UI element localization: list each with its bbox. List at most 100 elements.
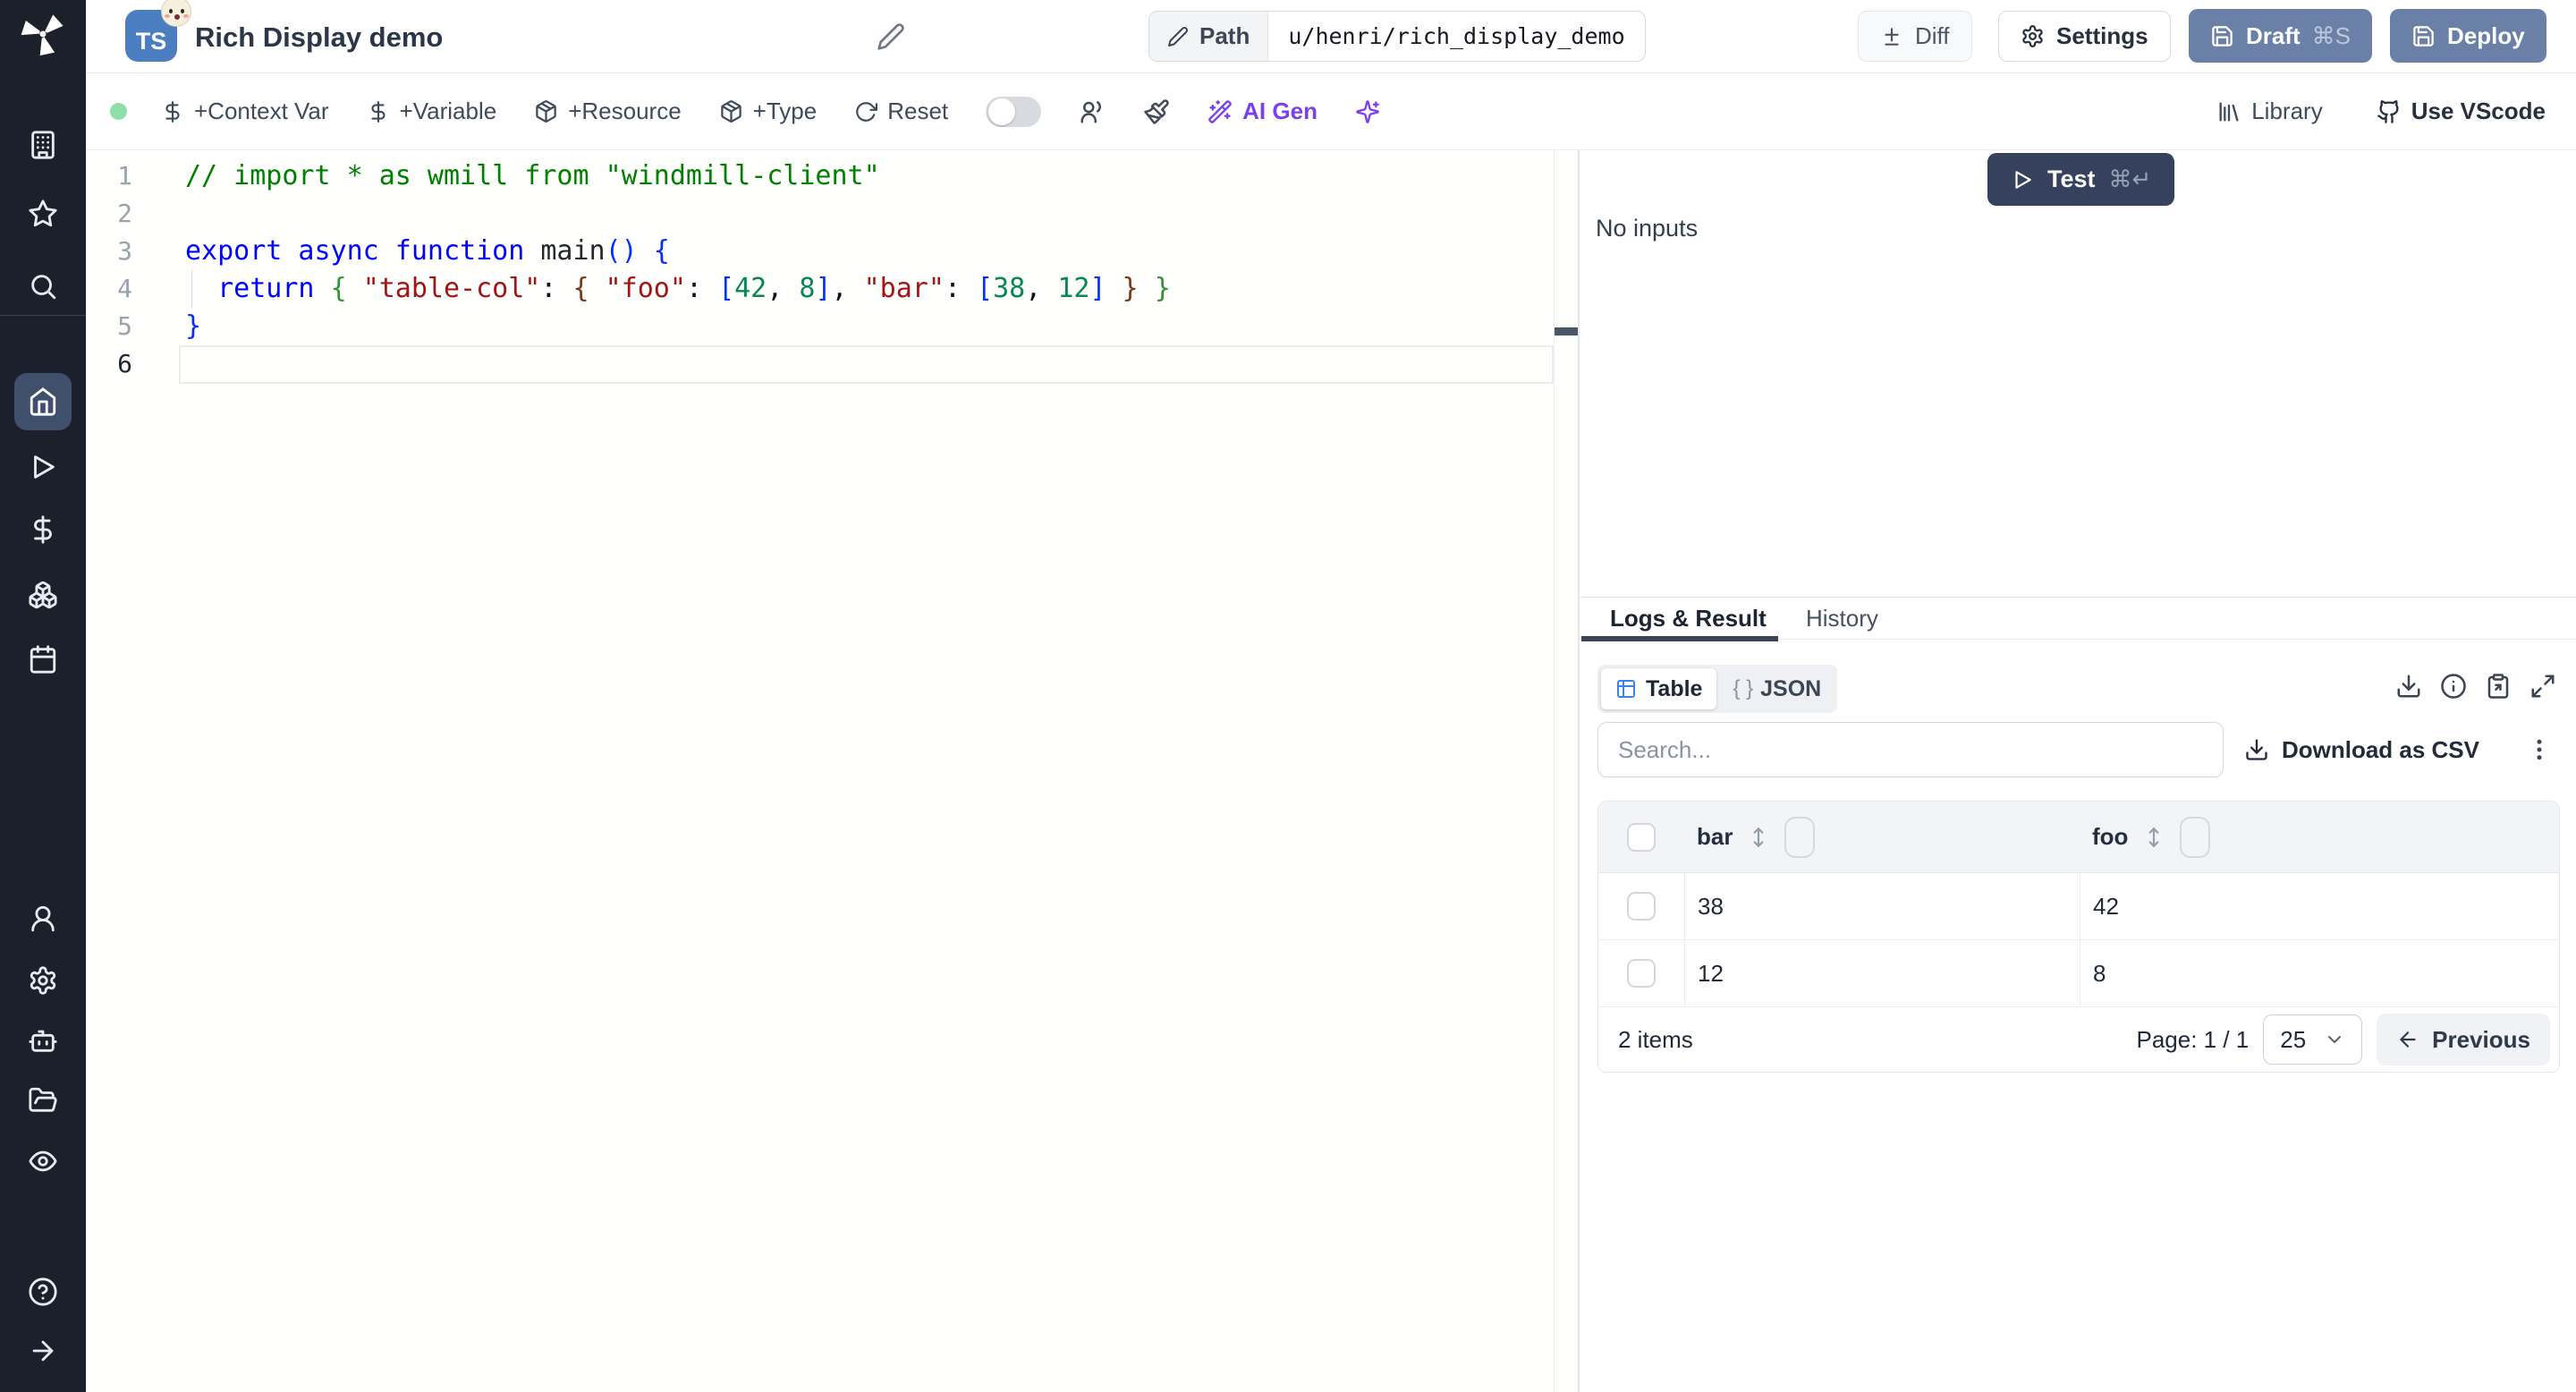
add-variable-button[interactable]: +Variable — [367, 98, 496, 125]
resources-icon[interactable] — [0, 580, 86, 610]
draft-button[interactable]: Draft ⌘S — [2189, 9, 2373, 63]
right-panel: Test ⌘↵ No inputs Logs & Result History … — [1580, 150, 2576, 1392]
workers-icon[interactable] — [0, 1025, 86, 1056]
favorites-icon[interactable] — [0, 199, 86, 229]
download-csv-button[interactable]: Download as CSV — [2244, 736, 2479, 764]
search-input[interactable] — [1597, 722, 2224, 777]
github-icon — [2377, 99, 2399, 123]
cell-foo: 42 — [2093, 892, 2119, 920]
column-filter-handle[interactable] — [1784, 816, 1816, 858]
format-icon[interactable] — [1143, 98, 1170, 125]
variables-icon[interactable] — [0, 514, 86, 545]
folders-icon[interactable] — [0, 1085, 86, 1116]
row-checkbox[interactable] — [1627, 892, 1656, 921]
code-editor[interactable]: 123456 // import * as wmill from "windmi… — [86, 150, 1578, 1392]
view-table-label: Table — [1646, 675, 1703, 701]
workspace-icon[interactable] — [0, 130, 86, 160]
column-filter-handle[interactable] — [2180, 816, 2211, 858]
library-button[interactable]: Library — [2216, 98, 2323, 125]
help-icon[interactable] — [0, 1277, 86, 1307]
code-line: export async function main() { — [185, 235, 670, 267]
windmill-logo-icon[interactable] — [0, 11, 86, 57]
search-icon[interactable] — [0, 271, 86, 301]
status-dot — [110, 103, 127, 120]
diff-icon — [1885, 27, 1899, 46]
table-row: 12 8 — [1598, 940, 2559, 1007]
cell-bar: 12 — [1698, 959, 1724, 987]
view-json-button[interactable]: { } JSON — [1720, 676, 1834, 702]
select-all-checkbox[interactable] — [1627, 822, 1656, 852]
previous-page-button[interactable]: Previous — [2377, 1014, 2550, 1065]
tab-history[interactable]: History — [1806, 605, 1878, 632]
library-label: Library — [2251, 98, 2323, 124]
result-tabs: Logs & Result History — [1580, 598, 2576, 641]
settings-nav-icon[interactable] — [0, 965, 86, 996]
save-icon — [2413, 25, 2434, 47]
sidebar-divider — [0, 315, 86, 316]
diff-label: Diff — [1915, 22, 1950, 49]
expand-icon[interactable] — [2529, 673, 2556, 700]
save-icon — [2212, 25, 2233, 47]
table-menu-icon[interactable] — [2526, 736, 2553, 763]
users-admin-icon[interactable] — [0, 904, 86, 934]
multiplayer-icon[interactable] — [1079, 98, 1106, 125]
expand-sidebar-icon[interactable] — [0, 1336, 86, 1366]
assistant-toggle[interactable] — [986, 96, 1042, 127]
table-footer: 2 items Page: 1 / 1 25 Previous — [1598, 1007, 2559, 1072]
audit-logs-icon[interactable] — [0, 1146, 86, 1176]
dollar-icon — [370, 100, 386, 123]
bun-badge-icon — [161, 0, 191, 27]
view-json-label: JSON — [1760, 675, 1822, 701]
add-resource-button[interactable]: +Resource — [534, 98, 682, 125]
settings-button[interactable]: Settings — [1998, 11, 2171, 62]
editor-line-numbers: 123456 — [117, 161, 132, 378]
settings-label: Settings — [2056, 22, 2148, 49]
code-line: return { "table-col": { "foo": [42, 8], … — [217, 273, 1171, 304]
result-view-toggle: Table { } JSON — [1597, 665, 1838, 713]
test-button[interactable]: Test ⌘↵ — [1987, 153, 2175, 206]
column-header-bar[interactable]: bar — [1697, 823, 1733, 851]
use-vscode-button[interactable]: Use VScode — [2377, 98, 2546, 125]
add-type-button[interactable]: +Type — [719, 98, 817, 125]
add-context-var-button[interactable]: +Context Var — [161, 98, 329, 125]
tab-logs-result[interactable]: Logs & Result — [1610, 605, 1767, 632]
row-checkbox[interactable] — [1627, 959, 1656, 988]
sidebar-item-home[interactable] — [14, 373, 72, 430]
runs-icon[interactable] — [0, 452, 86, 482]
sort-icon[interactable] — [2142, 826, 2165, 849]
sort-icon[interactable] — [1747, 826, 1770, 849]
editor-overview-ruler — [1554, 150, 1555, 1392]
package-icon — [720, 100, 741, 123]
info-icon[interactable] — [2440, 673, 2467, 700]
ai-gen-button[interactable]: AI Gen — [1208, 98, 1318, 125]
edit-title-icon[interactable] — [877, 22, 905, 51]
path-chip[interactable]: Path u/henri/rich_display_demo — [1148, 11, 1646, 62]
table-toolbar: Download as CSV — [1597, 722, 2560, 777]
download-icon — [2246, 739, 2267, 760]
view-table-button[interactable]: Table — [1601, 668, 1717, 709]
cell-foo: 8 — [2093, 959, 2106, 987]
previous-label: Previous — [2432, 1025, 2530, 1053]
path-edit-button[interactable]: Path — [1149, 12, 1269, 61]
deploy-button[interactable]: Deploy — [2390, 9, 2546, 63]
reset-button[interactable]: Reset — [854, 98, 948, 125]
column-header-foo[interactable]: foo — [2092, 823, 2128, 851]
schedules-icon[interactable] — [0, 644, 86, 675]
page-size-select[interactable]: 25 — [2263, 1014, 2363, 1065]
code-line: } — [185, 310, 202, 342]
diff-button[interactable]: Diff — [1858, 11, 1972, 62]
result-area: Logs & Result History Table { } JSON Sea… — [1580, 597, 2576, 1392]
typescript-badge-label: TS — [135, 28, 167, 55]
download-icon[interactable] — [2395, 673, 2422, 700]
copy-result-icon[interactable] — [2485, 673, 2512, 700]
active-tab-underline — [1581, 636, 1778, 641]
editor-toolbar: +Context Var +Variable +Resource +Type R… — [86, 73, 2576, 150]
windmill-script-editor: TS Rich Display demo Path u/henri/rich_d… — [0, 0, 2576, 1392]
use-vscode-label: Use VScode — [2411, 98, 2546, 124]
page-size-value: 25 — [2280, 1025, 2307, 1053]
cell-bar: 38 — [1698, 892, 1724, 920]
editor-cursor-marker — [1555, 327, 1578, 335]
sparkles-icon[interactable] — [1355, 99, 1380, 124]
